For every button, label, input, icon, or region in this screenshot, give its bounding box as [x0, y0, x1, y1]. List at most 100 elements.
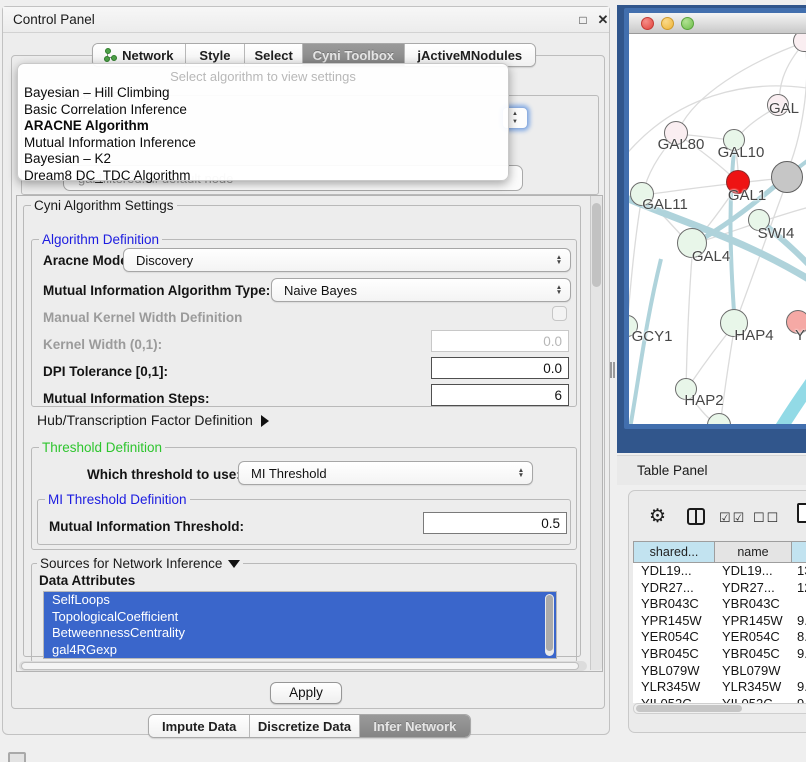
cell-name: YBR043C — [722, 596, 788, 613]
mi-threshold-input[interactable]: 0.5 — [423, 512, 567, 534]
tab-infer-network[interactable]: Infer Network — [360, 715, 470, 737]
sources-toggle[interactable]: Sources for Network Inference — [37, 556, 243, 571]
cell-shared: YDR27... — [641, 580, 711, 597]
network-icon — [104, 48, 117, 62]
attribute-item-topologicalcoefficient[interactable]: TopologicalCoefficient — [44, 609, 556, 626]
column-header-shared-name[interactable]: shared... — [633, 541, 715, 563]
algorithm-option-mutual-information[interactable]: Mutual Information Inference — [24, 135, 494, 152]
attributes-scrollbar[interactable] — [545, 594, 554, 656]
node-label-hap4: HAP4 — [734, 327, 773, 344]
attribute-item-gal4rgexp[interactable]: gal4RGexp — [44, 642, 556, 659]
select-all-checkboxes-icon[interactable]: ☑☑ — [719, 510, 746, 526]
algorithm-definition-title: Algorithm Definition — [39, 232, 162, 247]
data-attributes-label: Data Attributes — [39, 573, 135, 588]
table-row[interactable]: YDL19... YDL19... 13 — [633, 563, 806, 580]
data-attributes-list[interactable]: SelfLoops TopologicalCoefficient Between… — [43, 591, 557, 659]
algorithm-option-aracne[interactable]: ARACNE Algorithm — [24, 118, 494, 135]
aracne-mode-value: Discovery — [124, 253, 548, 268]
cell-shared: YPR145W — [641, 613, 711, 630]
manual-kernel-width-checkbox[interactable] — [552, 306, 567, 321]
tab-discretize-data[interactable]: Discretize Data — [250, 715, 359, 737]
table-row[interactable]: YIL052C YIL052C 9 — [633, 696, 806, 703]
cyni-algorithm-settings-title: Cyni Algorithm Settings — [31, 198, 177, 213]
aracne-mode-label: Aracne Mode: — [43, 253, 132, 268]
table-row[interactable]: YPR145W YPR145W 9. — [633, 613, 806, 630]
cell-name: YPR145W — [722, 613, 788, 630]
table-panel-titlebar[interactable]: Table Panel — [617, 455, 806, 485]
cell-name: YER054C — [722, 629, 788, 646]
minimized-panel-icon[interactable] — [8, 752, 26, 762]
gear-icon[interactable]: ⚙ — [649, 505, 666, 528]
table-row[interactable]: YER054C YER054C 8. — [633, 629, 806, 646]
column-header-partial[interactable]: A — [791, 541, 806, 563]
zoom-traffic-light[interactable] — [681, 17, 694, 30]
attribute-item-selfloops[interactable]: SelfLoops — [44, 592, 556, 609]
network-canvas[interactable]: GAL GAL80 GAL10 GAL1 GAL11 SWI4 GAL4 GCY… — [629, 34, 806, 424]
table-row[interactable]: YLR345W YLR345W 9. — [633, 679, 806, 696]
hub-definition-toggle[interactable]: Hub/Transcription Factor Definition — [37, 412, 269, 428]
settings-horizontal-scrollbar[interactable] — [19, 661, 587, 671]
kernel-width-label: Kernel Width (0,1): — [43, 337, 162, 352]
tab-cyni-toolbox-label: Cyni Toolbox — [313, 48, 394, 63]
table-row[interactable]: YBR043C YBR043C — [633, 596, 806, 613]
algorithm-option-bayesian-k2[interactable]: Bayesian – K2 — [24, 151, 494, 168]
document-icon[interactable] — [797, 503, 806, 523]
cell-shared: YIL052C — [641, 696, 711, 703]
aracne-mode-combo[interactable]: Discovery ▲▼ — [123, 248, 571, 272]
cell-value: 12 — [797, 580, 806, 597]
dpi-tolerance-input[interactable]: 0.0 — [431, 357, 569, 379]
deselect-all-checkboxes-icon[interactable]: ☐☐ — [753, 510, 780, 526]
cell-name: YBL079W — [722, 663, 788, 680]
apply-button[interactable]: Apply — [270, 682, 342, 704]
node-label-gal4: GAL4 — [692, 248, 730, 265]
control-panel-titlebar[interactable]: Control Panel □ ✕ — [3, 7, 609, 33]
network-view-window[interactable]: GAL GAL80 GAL10 GAL1 GAL11 SWI4 GAL4 GCY… — [624, 8, 806, 429]
which-threshold-combo[interactable]: MI Threshold ▲▼ — [238, 461, 533, 485]
cell-name: YDR27... — [722, 580, 788, 597]
table-row[interactable]: YBR045C YBR045C 9. — [633, 646, 806, 663]
network-node-gray[interactable] — [771, 161, 803, 193]
network-window-titlebar[interactable] — [629, 13, 806, 34]
cell-shared: YLR345W — [641, 679, 711, 696]
cell-value: 9 — [797, 696, 806, 703]
algorithm-option-basic-correlation[interactable]: Basic Correlation Inference — [24, 102, 494, 119]
table-horizontal-scrollbar-thumb[interactable] — [636, 705, 742, 712]
column-header-name[interactable]: name — [714, 541, 792, 563]
float-window-icon[interactable]: □ — [575, 12, 591, 28]
attributes-scrollbar-thumb[interactable] — [546, 595, 553, 651]
table-row[interactable]: YDR27... YDR27... 12 — [633, 580, 806, 597]
close-window-icon[interactable]: ✕ — [595, 12, 611, 28]
algorithm-option-bayesian-hill-climbing[interactable]: Bayesian – Hill Climbing — [24, 85, 494, 102]
tab-impute-data[interactable]: Impute Data — [149, 715, 250, 737]
settings-vertical-scrollbar-thumb[interactable] — [592, 203, 601, 287]
table-horizontal-scrollbar[interactable] — [633, 703, 806, 714]
tab-select-label: Select — [255, 48, 293, 63]
dpi-tolerance-label: DPI Tolerance [0,1]: — [43, 364, 168, 379]
table-row[interactable]: YBL079W YBL079W — [633, 663, 806, 680]
split-pane-divider[interactable] — [610, 362, 615, 378]
tab-style-label: Style — [199, 48, 230, 63]
mi-algorithm-type-combo[interactable]: Naive Bayes ▲▼ — [271, 278, 571, 302]
mi-steps-label: Mutual Information Steps: — [43, 391, 210, 406]
algorithm-option-dream8[interactable]: Dream8 DC_TDC Algorithm — [24, 168, 494, 185]
kernel-width-input[interactable]: 0.0 — [431, 330, 569, 352]
cell-name: YIL052C — [722, 696, 788, 703]
settings-horizontal-scrollbar-thumb[interactable] — [21, 662, 579, 670]
tab-infer-network-label: Infer Network — [373, 719, 456, 734]
column-layout-icon[interactable] — [687, 508, 705, 525]
control-panel-title: Control Panel — [13, 12, 95, 27]
table-panel-title: Table Panel — [637, 463, 708, 478]
cell-shared: YDL19... — [641, 563, 711, 580]
attribute-item-betweennesscentrality[interactable]: BetweennessCentrality — [44, 625, 556, 642]
cell-shared: YBR045C — [641, 646, 711, 663]
table-panel-container: ⚙ ☑☑ ☐☐ shared... name A YDL19... YDL19.… — [628, 490, 806, 733]
minimize-traffic-light[interactable] — [661, 17, 674, 30]
close-traffic-light[interactable] — [641, 17, 654, 30]
algorithm-dropdown-popup: Select algorithm to view settings Bayesi… — [17, 63, 509, 181]
mi-steps-input[interactable]: 6 — [431, 384, 569, 406]
mi-threshold-label: Mutual Information Threshold: — [49, 519, 244, 534]
node-label-salmon: Y — [795, 327, 805, 344]
mi-threshold-title: MI Threshold Definition — [45, 492, 190, 507]
node-label-gal1: GAL1 — [728, 187, 766, 204]
hub-definition-label: Hub/Transcription Factor Definition — [37, 412, 253, 428]
